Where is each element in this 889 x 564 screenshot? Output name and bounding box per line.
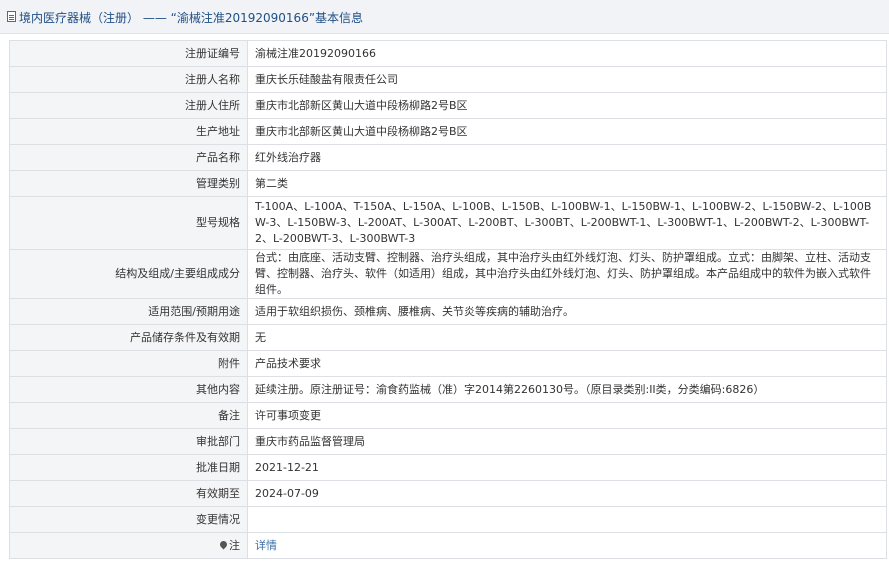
field-value: 2021-12-21 xyxy=(247,454,887,481)
field-label: 有效期至 xyxy=(9,480,248,507)
field-label: 结构及组成/主要组成成分 xyxy=(9,249,248,299)
field-value: 产品技术要求 xyxy=(247,350,887,377)
field-value: 第二类 xyxy=(247,170,887,197)
field-value: 重庆市北部新区黄山大道中段杨柳路2号B区 xyxy=(247,92,887,119)
note-label: 注 xyxy=(9,532,248,559)
details-link[interactable]: 详情 xyxy=(255,539,277,552)
table-row: 其他内容 延续注册。原注册证号：渝食药监械（准）字2014第2260130号。（… xyxy=(9,376,887,403)
table-row: 管理类别 第二类 xyxy=(9,170,887,197)
field-value: 延续注册。原注册证号：渝食药监械（准）字2014第2260130号。（原目录类别… xyxy=(247,376,887,403)
document-icon xyxy=(7,11,16,22)
table-row: 适用范围/预期用途 适用于软组织损伤、颈椎病、腰椎病、关节炎等疾病的辅助治疗。 xyxy=(9,298,887,325)
field-label: 生产地址 xyxy=(9,118,248,145)
field-value: 红外线治疗器 xyxy=(247,144,887,171)
field-label: 管理类别 xyxy=(9,170,248,197)
field-label: 产品名称 xyxy=(9,144,248,171)
field-label: 其他内容 xyxy=(9,376,248,403)
note-value: 详情 xyxy=(247,532,887,559)
field-label: 适用范围/预期用途 xyxy=(9,298,248,325)
field-label: 产品储存条件及有效期 xyxy=(9,324,248,351)
field-label: 备注 xyxy=(9,402,248,429)
field-label: 注册人住所 xyxy=(9,92,248,119)
field-label: 注册人名称 xyxy=(9,66,248,93)
field-value: 适用于软组织损伤、颈椎病、腰椎病、关节炎等疾病的辅助治疗。 xyxy=(247,298,887,325)
table-row: 注册人住所 重庆市北部新区黄山大道中段杨柳路2号B区 xyxy=(9,92,887,119)
field-label: 型号规格 xyxy=(9,196,248,250)
table-row: 附件 产品技术要求 xyxy=(9,350,887,377)
field-label: 变更情况 xyxy=(9,506,248,533)
field-value: T-100A、L-100A、T-150A、L-150A、L-100B、L-150… xyxy=(247,196,887,250)
table-row: 产品名称 红外线治疗器 xyxy=(9,144,887,171)
page-title: 境内医疗器械（注册） —— “渝械注准20192090166”基本信息 xyxy=(19,11,364,25)
table-row: 注册证编号 渝械注准20192090166 xyxy=(9,40,887,67)
field-value: 重庆长乐硅酸盐有限责任公司 xyxy=(247,66,887,93)
pin-icon xyxy=(218,539,229,549)
table-row: 注册人名称 重庆长乐硅酸盐有限责任公司 xyxy=(9,66,887,93)
field-label: 审批部门 xyxy=(9,428,248,455)
field-value: 台式：由底座、活动支臂、控制器、治疗头组成，其中治疗头由红外线灯泡、灯头、防护罩… xyxy=(247,249,887,299)
page-header: 境内医疗器械（注册） —— “渝械注准20192090166”基本信息 xyxy=(0,0,889,34)
field-value: 2024-07-09 xyxy=(247,480,887,507)
table-row: 注 详情 xyxy=(9,532,887,559)
detail-table: 注册证编号 渝械注准20192090166 注册人名称 重庆长乐硅酸盐有限责任公… xyxy=(9,40,887,559)
table-row: 备注 许可事项变更 xyxy=(9,402,887,429)
field-value xyxy=(247,506,887,533)
field-label: 批准日期 xyxy=(9,454,248,481)
table-row: 有效期至 2024-07-09 xyxy=(9,480,887,507)
field-label: 注册证编号 xyxy=(9,40,248,67)
field-value: 重庆市药品监督管理局 xyxy=(247,428,887,455)
table-row: 审批部门 重庆市药品监督管理局 xyxy=(9,428,887,455)
field-value: 渝械注准20192090166 xyxy=(247,40,887,67)
note-label-text: 注 xyxy=(229,538,240,552)
table-row: 结构及组成/主要组成成分 台式：由底座、活动支臂、控制器、治疗头组成，其中治疗头… xyxy=(9,249,887,299)
field-value: 无 xyxy=(247,324,887,351)
table-row: 变更情况 xyxy=(9,506,887,533)
field-label: 附件 xyxy=(9,350,248,377)
table-row: 型号规格 T-100A、L-100A、T-150A、L-150A、L-100B、… xyxy=(9,196,887,250)
field-value: 重庆市北部新区黄山大道中段杨柳路2号B区 xyxy=(247,118,887,145)
table-row: 批准日期 2021-12-21 xyxy=(9,454,887,481)
field-value: 许可事项变更 xyxy=(247,402,887,429)
table-row: 产品储存条件及有效期 无 xyxy=(9,324,887,351)
table-row: 生产地址 重庆市北部新区黄山大道中段杨柳路2号B区 xyxy=(9,118,887,145)
